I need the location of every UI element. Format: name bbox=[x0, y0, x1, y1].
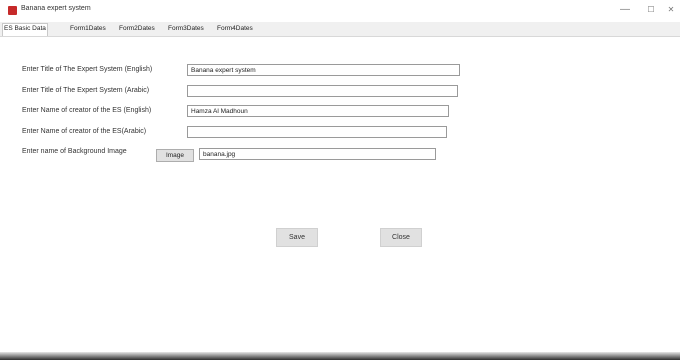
title-arabic-field[interactable] bbox=[187, 85, 458, 97]
app-window: Banana expert system — ☐ ✕ ES Basic Data… bbox=[0, 0, 680, 360]
tab-es-basic-data[interactable]: ES Basic Data bbox=[2, 23, 48, 36]
maximize-icon[interactable]: ☐ bbox=[640, 1, 662, 19]
background-image-field[interactable] bbox=[199, 148, 436, 160]
close-button[interactable]: Close bbox=[380, 228, 422, 247]
minimize-icon[interactable]: — bbox=[614, 1, 636, 19]
title-arabic-label: Enter Title of The Expert System (Arabic… bbox=[22, 87, 150, 94]
title-english-field[interactable] bbox=[187, 64, 460, 76]
tab-form2dates[interactable]: Form2Dates bbox=[118, 24, 156, 34]
close-icon[interactable]: ✕ bbox=[660, 1, 680, 19]
tab-form3dates[interactable]: Form3Dates bbox=[167, 24, 205, 34]
background-image-label: Enter name of Background Image bbox=[22, 148, 127, 155]
title-english-label: Enter Title of The Expert System (Englis… bbox=[22, 66, 153, 73]
window-title: Banana expert system bbox=[21, 5, 91, 12]
save-button[interactable]: Save bbox=[276, 228, 318, 247]
tab-strip: ES Basic Data Form1Dates Form2Dates Form… bbox=[0, 22, 680, 37]
creator-english-field[interactable] bbox=[187, 105, 449, 117]
creator-english-label: Enter Name of creator of the ES (English… bbox=[22, 107, 152, 114]
creator-arabic-field[interactable] bbox=[187, 126, 447, 138]
tab-form1dates[interactable]: Form1Dates bbox=[69, 24, 107, 34]
title-bar: Banana expert system — ☐ ✕ bbox=[0, 0, 680, 22]
image-browse-button[interactable]: Image bbox=[156, 149, 194, 162]
creator-arabic-label: Enter Name of creator of the ES(Arabic) bbox=[22, 128, 147, 135]
taskbar-edge bbox=[0, 352, 680, 360]
app-icon bbox=[8, 6, 17, 15]
tab-form4dates[interactable]: Form4Dates bbox=[216, 24, 254, 34]
